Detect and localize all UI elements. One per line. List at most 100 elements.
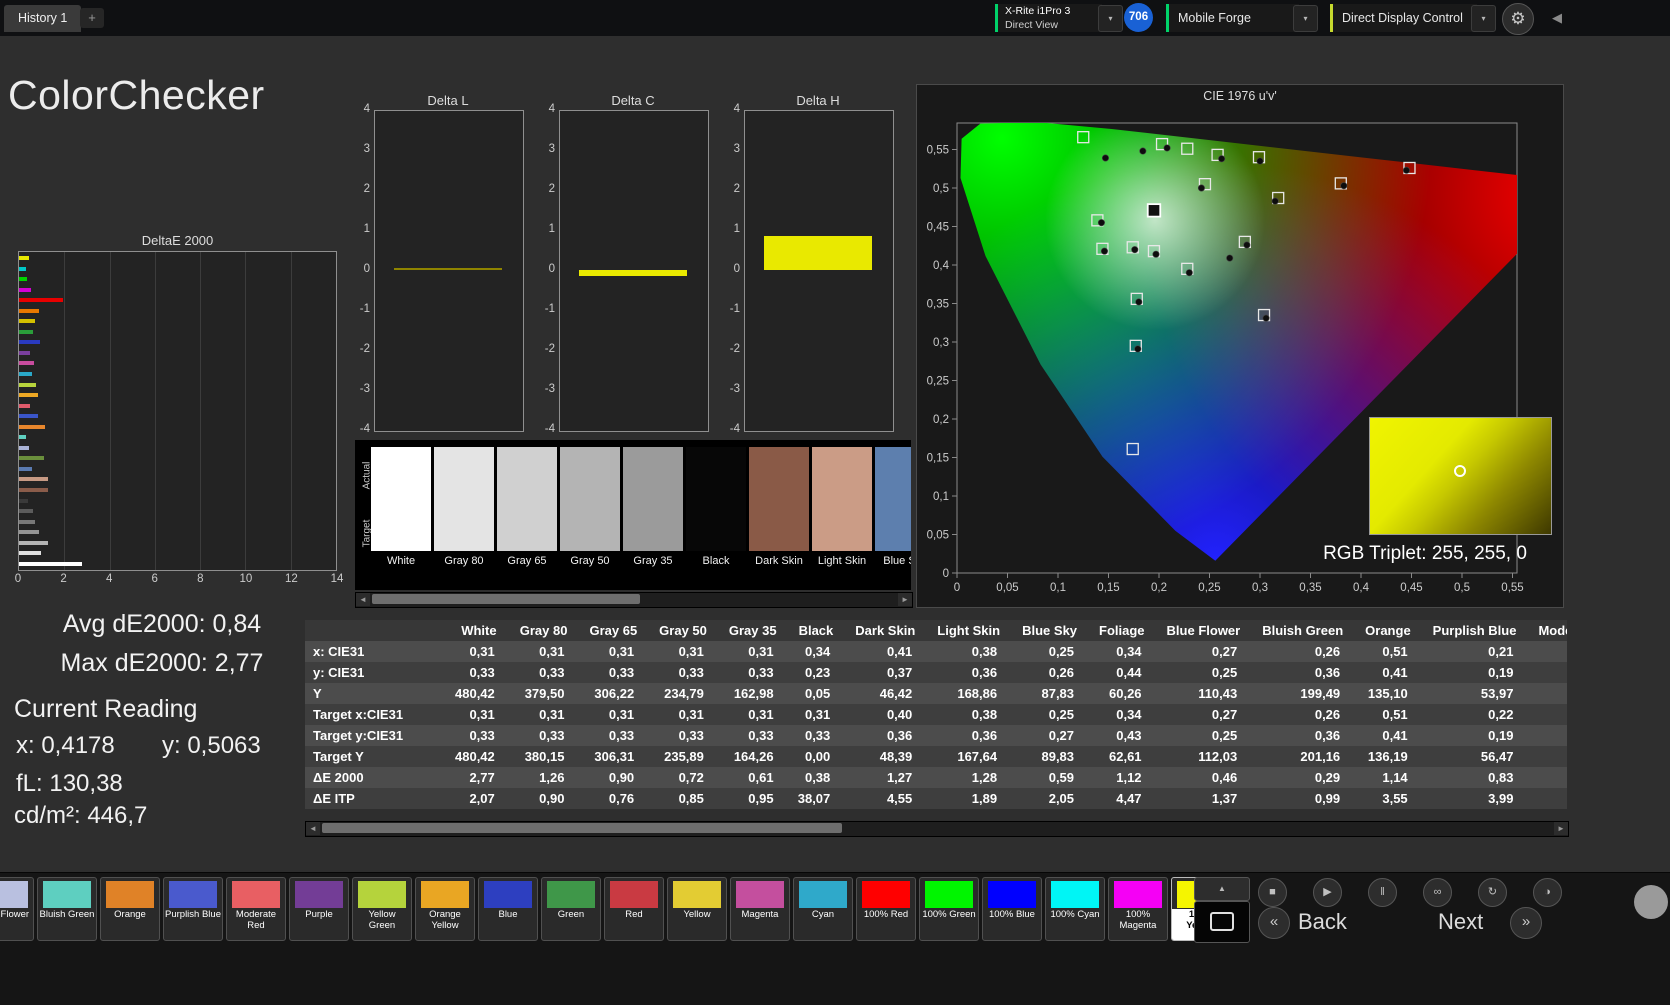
play-icon[interactable]: ▶ [1313, 878, 1342, 907]
table-cell: 1,28 [926, 767, 1012, 788]
patch-button[interactable]: Yellow Green [352, 877, 412, 941]
patch-button[interactable]: 100% Magenta [1108, 877, 1168, 941]
table-cell: 0,29 [1251, 767, 1355, 788]
collapse-panel-icon[interactable]: ◀ [1552, 10, 1562, 26]
table-cell: 162,98 [717, 683, 788, 704]
table-column-header: Gray 65 [578, 620, 649, 641]
svg-text:0,5: 0,5 [933, 183, 949, 195]
patch-button[interactable]: 100% Blue [982, 877, 1042, 941]
table-scrollbar[interactable]: ◄ ► [305, 821, 1569, 837]
workflow-dropdown-icon[interactable]: ▾ [1293, 5, 1318, 32]
patch-swatch [1051, 881, 1099, 908]
svg-text:0,1: 0,1 [933, 491, 949, 503]
deltae-chart [18, 251, 337, 571]
patch-button[interactable]: 100% Cyan [1045, 877, 1105, 941]
swatch-column: Gray 65 [497, 447, 557, 573]
patch-button[interactable]: Yellow [667, 877, 727, 941]
table-cell: 0,43 [1088, 725, 1156, 746]
delta-y-tick: -4 [729, 423, 740, 435]
meter-selector[interactable]: X-Rite i1Pro 3 Direct View [995, 4, 1102, 32]
patch-label: Magenta [741, 909, 779, 920]
delta-y-tick: -3 [359, 383, 370, 395]
infinity-loop-icon[interactable]: ∞ [1423, 878, 1452, 907]
table-row: ΔE ITP 2,07 0,90 0,76 0,85 0,95 38,07 4,55 1,89 2… [305, 788, 1567, 809]
table-cell: 0,61 [717, 767, 788, 788]
table-cell: 0,99 [1251, 788, 1355, 809]
delta-y-tick: -3 [729, 383, 740, 395]
patch-button[interactable]: Purple [289, 877, 349, 941]
table-cell: 0,51 [1354, 704, 1422, 725]
patch-button[interactable]: Moderate Red [226, 877, 286, 941]
back-button[interactable]: Back [1298, 909, 1347, 935]
patch-button[interactable]: Bluish Green [37, 877, 97, 941]
svg-text:0: 0 [954, 582, 960, 594]
patch-label: Bluish Green [39, 909, 95, 920]
patch-button[interactable]: Blue [478, 877, 538, 941]
workflow-selector[interactable]: Mobile Forge [1166, 4, 1299, 32]
patch-button[interactable]: Green [541, 877, 601, 941]
patch-button[interactable]: Cyan [793, 877, 853, 941]
patch-button[interactable]: Blue Flower [0, 877, 34, 941]
swatch-actual [497, 447, 557, 499]
panel-handle[interactable] [1634, 885, 1668, 919]
table-cell: 0,90 [578, 767, 649, 788]
swatch-label: Gray 80 [444, 555, 484, 567]
svg-text:0,05: 0,05 [996, 582, 1018, 594]
patch-button[interactable]: 100% Red [856, 877, 916, 941]
swatch-actual [434, 447, 494, 499]
table-cell: 199,49 [1251, 683, 1355, 704]
patch-swatch [169, 881, 217, 908]
back-chevrons-icon[interactable]: « [1258, 907, 1290, 939]
table-cell: 2,05 [1011, 788, 1089, 809]
tab-history-1[interactable]: History 1 [4, 5, 82, 32]
stop-icon[interactable]: ■ [1258, 878, 1287, 907]
scroll-right-icon[interactable]: ► [898, 593, 912, 606]
table-cell: 110,43 [1155, 683, 1252, 704]
table-cell: 380,15 [508, 746, 579, 767]
contrast-icon[interactable]: ◑ [1533, 878, 1562, 907]
meter-dropdown-icon[interactable]: ▾ [1098, 5, 1123, 32]
max-de2000: Max dE2000: 2,77 [60, 649, 264, 677]
table-cell: 0,83 [1421, 767, 1528, 788]
svg-text:0,55: 0,55 [1501, 582, 1523, 594]
swatch-label: Blue Sky [883, 555, 911, 567]
patch-button[interactable]: 100% Green [919, 877, 979, 941]
delta-y-tick: 4 [363, 103, 370, 115]
scroll-right-icon[interactable]: ► [1554, 822, 1568, 835]
add-tab-button[interactable]: + [80, 8, 104, 28]
scrollbar-thumb[interactable] [322, 823, 842, 833]
repeat-icon[interactable]: ↻ [1478, 878, 1507, 907]
pattern-window-button[interactable] [1194, 901, 1250, 943]
next-chevrons-icon[interactable]: » [1510, 907, 1542, 939]
svg-text:0,4: 0,4 [933, 260, 950, 272]
swatch-column: White [371, 447, 431, 573]
next-button[interactable]: Next [1438, 909, 1483, 935]
swatch-column: Dark Skin [749, 447, 809, 573]
deltae-bar [19, 372, 32, 377]
patch-button[interactable]: Orange Yellow [415, 877, 475, 941]
table-cell: 167,64 [926, 746, 1012, 767]
table-cell: 0,33 [449, 662, 509, 683]
table-row: Target Y 480,42 380,15 306,31 235,89 164,26 0,… [305, 746, 1567, 767]
display-dropdown-icon[interactable]: ▾ [1471, 5, 1496, 32]
table-cell: 0,36 [844, 725, 927, 746]
scrollbar-thumb[interactable] [372, 594, 640, 604]
patch-button[interactable]: Purplish Blue [163, 877, 223, 941]
chevron-up-icon[interactable]: ▲ [1194, 877, 1250, 901]
patch-button[interactable]: Magenta [730, 877, 790, 941]
patch-button[interactable]: Orange [100, 877, 160, 941]
gear-icon[interactable]: ⚙ [1502, 3, 1534, 35]
display-control-selector[interactable]: Direct Display Control [1330, 4, 1477, 32]
pause-icon[interactable]: ‖ [1368, 878, 1397, 907]
delta-c-chart: Delta C 4 3 2 1 0 -1 -2 -3 -4 [533, 93, 709, 439]
scroll-left-icon[interactable]: ◄ [356, 593, 370, 606]
scroll-left-icon[interactable]: ◄ [306, 822, 320, 835]
cie-measured-dot [1100, 247, 1108, 255]
delta-y-tick: 1 [548, 223, 555, 235]
patch-button[interactable]: Red [604, 877, 664, 941]
table-cell: 0,41 [1354, 662, 1422, 683]
table-row: Target x:CIE31 0,31 0,31 0,31 0,31 0,31 0,31 0,… [305, 704, 1567, 725]
patch-count-badge[interactable]: 706 [1124, 3, 1153, 32]
pattern-window-icon [1210, 912, 1234, 931]
swatch-strip-scrollbar[interactable]: ◄ ► [355, 592, 913, 608]
